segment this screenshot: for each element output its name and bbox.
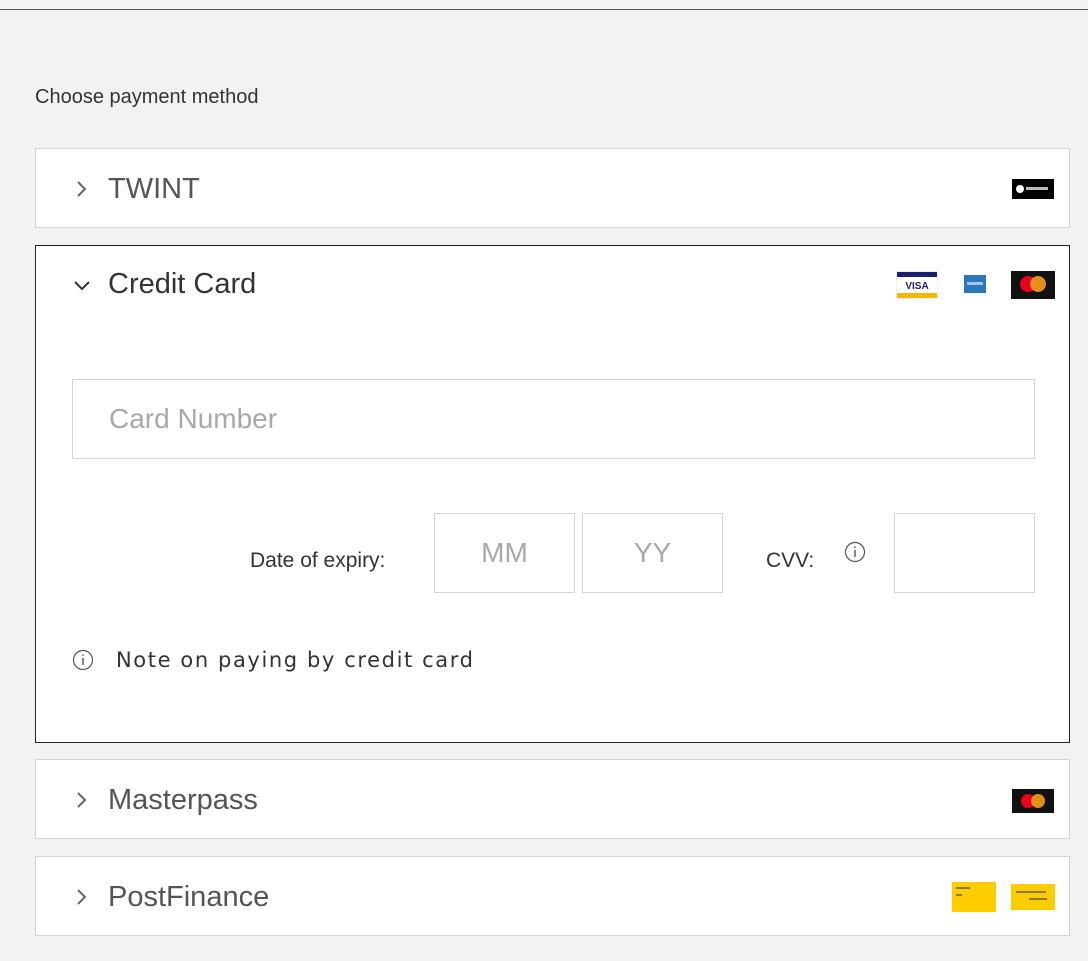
- page-title: Choose payment method: [35, 86, 259, 108]
- twint-label: TWINT: [108, 173, 200, 205]
- top-divider: [0, 9, 1088, 10]
- postfinance-header[interactable]: PostFinance: [36, 857, 1069, 937]
- chevron-right-icon: [77, 792, 87, 808]
- masterpass-logo-icon: [1012, 789, 1054, 813]
- postfinance-card-logo-icon: [952, 882, 996, 912]
- visa-logo-icon: VISA: [896, 271, 938, 299]
- postfinance-efinance-logo-icon: [1011, 884, 1055, 910]
- credit-card-note-link[interactable]: Note on paying by credit card: [116, 648, 475, 672]
- chevron-right-icon: [77, 181, 87, 197]
- payment-method-masterpass[interactable]: Masterpass: [35, 759, 1070, 839]
- expiry-month-input[interactable]: [434, 513, 575, 593]
- masterpass-header[interactable]: Masterpass: [36, 760, 1069, 840]
- payment-method-postfinance[interactable]: PostFinance: [35, 856, 1070, 936]
- expiry-label: Date of expiry:: [250, 549, 386, 572]
- cvv-label: CVV:: [766, 549, 815, 572]
- credit-card-label: Credit Card: [108, 268, 257, 300]
- credit-card-header[interactable]: Credit Card VISA: [36, 246, 1069, 326]
- visa-logo-text: VISA: [905, 281, 928, 292]
- expiry-year-input[interactable]: [582, 513, 723, 593]
- mastercard-logo-icon: [1011, 271, 1055, 299]
- cvv-info-icon[interactable]: [844, 541, 866, 563]
- amex-logo-icon: [964, 275, 986, 293]
- cvv-input[interactable]: [894, 513, 1035, 593]
- payment-method-credit-card[interactable]: Credit Card VISA Date of expiry: CVV:: [35, 245, 1070, 743]
- chevron-down-icon: [74, 281, 90, 291]
- card-number-input[interactable]: [72, 379, 1035, 459]
- twint-logo-icon: [1012, 179, 1054, 199]
- payment-method-twint[interactable]: TWINT: [35, 148, 1070, 228]
- chevron-right-icon: [77, 889, 87, 905]
- twint-header[interactable]: TWINT: [36, 149, 1069, 229]
- postfinance-label: PostFinance: [108, 881, 270, 913]
- masterpass-label: Masterpass: [108, 784, 258, 816]
- note-info-icon: [72, 649, 94, 671]
